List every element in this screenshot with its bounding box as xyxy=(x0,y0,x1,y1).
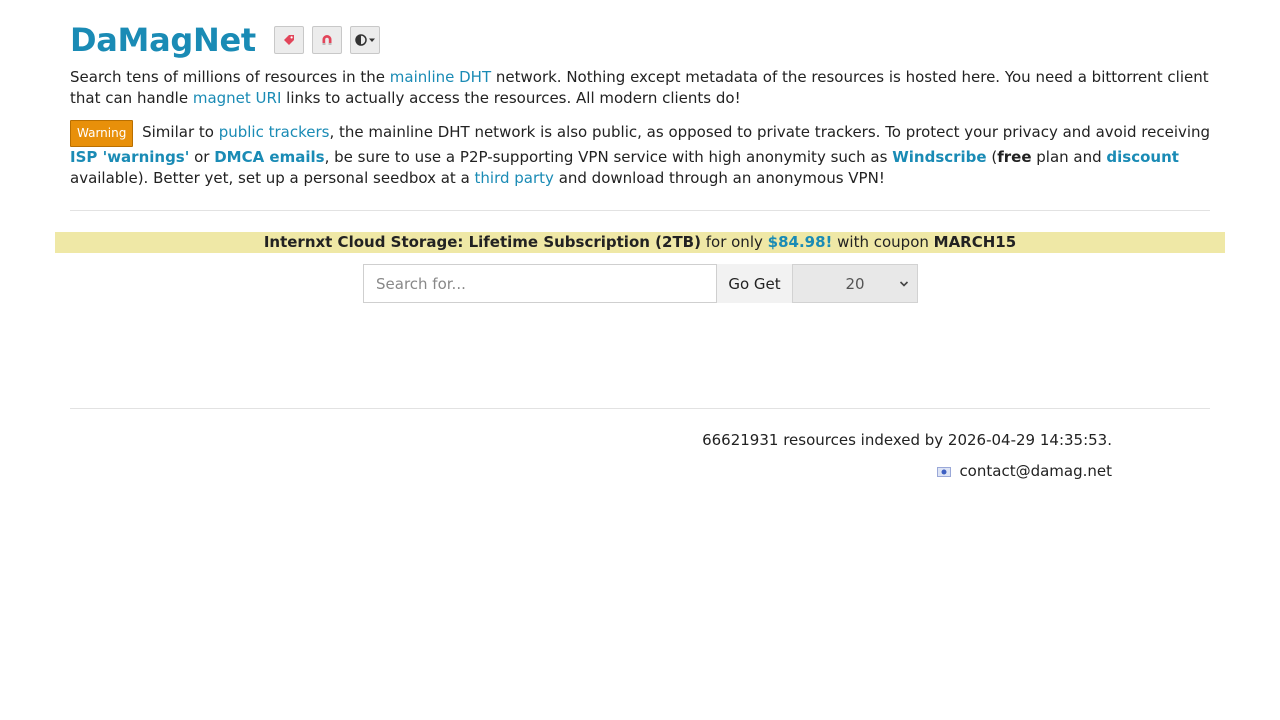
link-windscribe[interactable]: Windscribe xyxy=(892,148,986,166)
free-text: free xyxy=(997,148,1032,166)
header: DaMagNet xyxy=(70,18,380,62)
divider-bottom xyxy=(70,408,1210,409)
link-discount[interactable]: discount xyxy=(1106,148,1179,166)
magnet-icon xyxy=(322,35,332,45)
site-logo[interactable]: DaMagNet xyxy=(70,18,256,62)
results-count-select[interactable]: 20 xyxy=(792,264,918,303)
page: DaMagNet Search tens of millions of reso… xyxy=(0,0,1280,720)
search-input[interactable] xyxy=(363,264,717,303)
tag-icon xyxy=(283,35,294,45)
link-dmca-emails[interactable]: DMCA emails xyxy=(214,148,324,166)
tag-button[interactable] xyxy=(273,26,304,54)
promo-banner[interactable]: Internxt Cloud Storage: Lifetime Subscri… xyxy=(55,232,1225,253)
divider-top xyxy=(70,210,1210,211)
link-third-party[interactable]: third party xyxy=(475,169,554,187)
go-get-button[interactable]: Go Get xyxy=(717,264,792,303)
link-magnet-uri[interactable]: magnet URI xyxy=(193,89,282,107)
intro-text: Search tens of millions of resources in … xyxy=(70,68,1209,107)
magnet-button[interactable] xyxy=(311,26,342,54)
index-stats: 66621931 resources indexed by 2026-04-29… xyxy=(702,431,1112,449)
promo-price[interactable]: $84.98! xyxy=(768,233,833,251)
warning-text: Warning Similar to public trackers, the … xyxy=(70,120,1220,189)
link-public-trackers[interactable]: public trackers xyxy=(219,123,330,141)
search-bar: Go Get 20 xyxy=(363,264,918,303)
theme-contrast-icon xyxy=(355,34,375,46)
link-isp-warnings[interactable]: ISP 'warnings' xyxy=(70,148,189,166)
results-count-value: 20 xyxy=(845,274,865,293)
email-icon xyxy=(937,466,952,477)
chevron-down-icon xyxy=(899,281,909,287)
theme-toggle-button[interactable] xyxy=(349,26,380,54)
warning-badge: Warning xyxy=(70,120,134,147)
contact-line: contact@damag.net xyxy=(937,461,1112,482)
promo-product: Internxt Cloud Storage: Lifetime Subscri… xyxy=(263,233,701,251)
contact-email-link[interactable]: contact@damag.net xyxy=(959,461,1112,482)
promo-coupon: MARCH15 xyxy=(933,233,1017,251)
link-mainline-dht[interactable]: mainline DHT xyxy=(390,68,491,86)
